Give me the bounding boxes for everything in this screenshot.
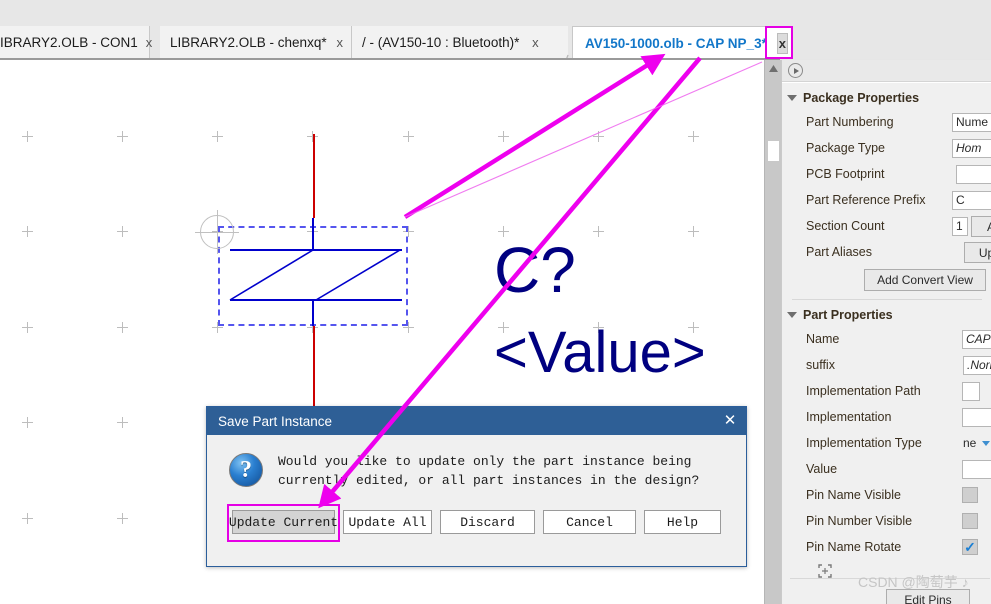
row-label: Name bbox=[806, 332, 840, 346]
section-count-apply-button[interactable]: A bbox=[971, 216, 991, 237]
pin-name-rotate-checkbox[interactable]: ✓ bbox=[962, 539, 978, 555]
properties-panel-body: Package Properties Part Numbering Nume P… bbox=[782, 82, 991, 604]
row-implementation[interactable]: Implementation bbox=[782, 404, 991, 430]
tab-av150-1000-cap-np3[interactable]: AV150-1000.olb - CAP NP_3* x bbox=[572, 26, 793, 59]
row-label: Implementation bbox=[806, 410, 892, 424]
value-field[interactable] bbox=[962, 459, 991, 479]
row-add-convert-view: Add Convert View bbox=[782, 265, 991, 295]
row-label: Part Aliases bbox=[806, 245, 873, 259]
package-type-field[interactable]: Hom bbox=[952, 138, 991, 158]
help-button[interactable]: Help bbox=[644, 510, 721, 534]
row-part-reference-prefix[interactable]: Part Reference Prefix C bbox=[782, 187, 991, 213]
tab-library2-con1[interactable]: IBRARY2.OLB - CON1 x bbox=[0, 26, 153, 59]
origin-marker-icon bbox=[195, 210, 239, 254]
scroll-up-arrow-icon[interactable] bbox=[765, 60, 781, 77]
chevron-down-icon[interactable] bbox=[787, 95, 797, 101]
row-label: Part Numbering bbox=[806, 115, 894, 129]
part-reference-label[interactable]: C? bbox=[494, 238, 576, 302]
tab-label: LIBRARY2.OLB - chenxq* bbox=[170, 35, 327, 50]
section-package-properties[interactable]: Package Properties bbox=[782, 87, 991, 109]
row-label: Implementation Path bbox=[806, 384, 921, 398]
row-name[interactable]: Name CAP bbox=[782, 326, 991, 352]
dialog-title: Save Part Instance bbox=[218, 413, 333, 429]
discard-button[interactable]: Discard bbox=[440, 510, 535, 534]
top-strip bbox=[0, 0, 991, 26]
row-label: suffix bbox=[806, 358, 835, 372]
section-title: Package Properties bbox=[803, 91, 920, 105]
canvas-vertical-scrollbar[interactable] bbox=[764, 60, 781, 604]
row-package-type[interactable]: Package Type Hom bbox=[782, 135, 991, 161]
properties-panel: Package Properties Part Numbering Nume P… bbox=[781, 60, 991, 604]
pcb-footprint-field[interactable] bbox=[956, 164, 991, 184]
row-value[interactable]: Value bbox=[782, 456, 991, 482]
row-part-aliases[interactable]: Part Aliases Up bbox=[782, 239, 991, 265]
application-window: IBRARY2.OLB - CON1 x LIBRARY2.OLB - chen… bbox=[0, 0, 991, 604]
play-circle-icon[interactable] bbox=[788, 63, 803, 78]
section-count-field[interactable]: 1 bbox=[952, 216, 968, 236]
tab-label: AV150-1000.olb - CAP NP_3* bbox=[585, 35, 767, 51]
row-label: Pin Name Visible bbox=[806, 488, 901, 502]
tab-close-icon[interactable]: x bbox=[527, 35, 543, 51]
row-label: Pin Name Rotate bbox=[806, 540, 902, 554]
tab-label: IBRARY2.OLB - CON1 bbox=[0, 35, 138, 50]
suffix-field[interactable]: .Norr bbox=[963, 355, 991, 375]
row-label: Pin Number Visible bbox=[806, 514, 913, 528]
row-part-numbering[interactable]: Part Numbering Nume bbox=[782, 109, 991, 135]
row-label: Value bbox=[806, 462, 838, 476]
update-current-button[interactable]: Update Current bbox=[229, 510, 338, 534]
row-pin-number-visible[interactable]: Pin Number Visible bbox=[782, 508, 991, 534]
pin-name-visible-checkbox[interactable] bbox=[962, 487, 978, 503]
row-pin-name-visible[interactable]: Pin Name Visible bbox=[782, 482, 991, 508]
tab-close-icon[interactable]: x bbox=[146, 35, 153, 51]
section-divider bbox=[792, 299, 982, 300]
combo-value: ne bbox=[963, 436, 977, 450]
name-field[interactable]: CAP bbox=[962, 329, 991, 349]
row-label: Package Type bbox=[806, 141, 885, 155]
part-numbering-field[interactable]: Nume bbox=[952, 112, 991, 132]
part-value-label[interactable]: <Value> bbox=[494, 324, 706, 382]
update-all-button[interactable]: Update All bbox=[343, 510, 432, 534]
implementation-field[interactable] bbox=[962, 407, 991, 427]
scrollbar-thumb[interactable] bbox=[767, 140, 780, 162]
row-label: Part Reference Prefix bbox=[806, 193, 926, 207]
question-icon: ? bbox=[229, 453, 263, 487]
row-pin-name-rotate[interactable]: Pin Name Rotate ✓ bbox=[782, 534, 991, 560]
dialog-title-bar[interactable]: Save Part Instance ✕ bbox=[207, 407, 746, 435]
chevron-down-icon[interactable] bbox=[982, 440, 991, 446]
row-label: Implementation Type bbox=[806, 436, 922, 450]
row-label: Section Count bbox=[806, 219, 885, 233]
row-section-count[interactable]: Section Count 1 A bbox=[782, 213, 991, 239]
tab-av150-10-bluetooth[interactable]: / - (AV150-10 : Bluetooth)* x bbox=[352, 26, 568, 59]
section-part-properties[interactable]: Part Properties bbox=[782, 304, 991, 326]
expand-box-icon[interactable] bbox=[818, 564, 832, 578]
part-aliases-update-button[interactable]: Up bbox=[964, 242, 991, 263]
implementation-path-field[interactable] bbox=[962, 381, 980, 401]
dialog-message: Would you like to update only the part i… bbox=[278, 454, 700, 488]
chevron-down-icon[interactable] bbox=[787, 312, 797, 318]
row-label: PCB Footprint bbox=[806, 167, 885, 181]
section-title: Part Properties bbox=[803, 308, 893, 322]
implementation-type-combo[interactable]: ne bbox=[960, 433, 991, 453]
row-suffix[interactable]: suffix .Norr bbox=[782, 352, 991, 378]
tab-library2-chenxq[interactable]: LIBRARY2.OLB - chenxq* x bbox=[160, 26, 352, 59]
row-implementation-path[interactable]: Implementation Path bbox=[782, 378, 991, 404]
row-pcb-footprint[interactable]: PCB Footprint bbox=[782, 161, 991, 187]
add-convert-view-button[interactable]: Add Convert View bbox=[864, 269, 986, 291]
tab-close-icon[interactable]: x bbox=[776, 32, 788, 54]
row-implementation-type[interactable]: Implementation Type ne bbox=[782, 430, 991, 456]
edit-pins-button[interactable]: Edit Pins bbox=[886, 589, 970, 604]
pin-number-visible-checkbox[interactable] bbox=[962, 513, 978, 529]
dialog-close-icon[interactable]: ✕ bbox=[720, 410, 740, 430]
properties-panel-toolbar bbox=[782, 60, 991, 82]
document-tab-bar: IBRARY2.OLB - CON1 x LIBRARY2.OLB - chen… bbox=[0, 26, 991, 83]
save-part-instance-dialog: Save Part Instance ✕ ? Would you like to… bbox=[206, 406, 747, 567]
part-reference-prefix-field[interactable]: C bbox=[952, 190, 991, 210]
tab-close-icon[interactable]: x bbox=[335, 35, 345, 51]
cancel-button[interactable]: Cancel bbox=[543, 510, 636, 534]
tab-label: / - (AV150-10 : Bluetooth)* bbox=[362, 35, 520, 50]
